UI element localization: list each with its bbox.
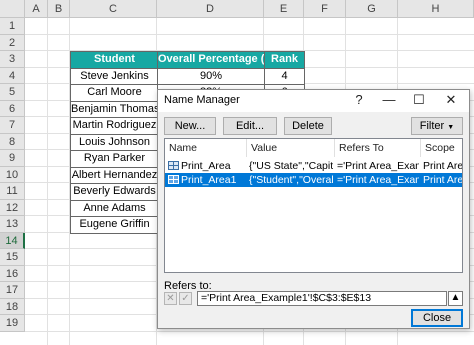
row-header-10[interactable]: 10	[0, 166, 25, 183]
row-header-8[interactable]: 8	[0, 133, 25, 150]
column-header-a[interactable]: A	[25, 0, 48, 18]
row-header-17[interactable]: 17	[0, 282, 25, 299]
table-header-cell[interactable]: Student	[70, 51, 159, 69]
list-cell-refers-to: ='Print Area_Example...	[337, 160, 419, 172]
row-header-14[interactable]: 14	[0, 232, 25, 249]
col-header-name[interactable]: Name	[165, 139, 247, 157]
edit-button-label: Edit...	[235, 120, 265, 132]
table-cell[interactable]: Anne Adams	[70, 199, 159, 217]
table-cell[interactable]: Louis Johnson	[70, 133, 159, 151]
col-header-refers-to[interactable]: Refers To	[335, 139, 421, 157]
close-button[interactable]: Close	[411, 309, 463, 327]
list-cell-value: {"US State","Capital...	[249, 160, 333, 172]
row-header-19[interactable]: 19	[0, 315, 25, 332]
list-cell-name: Print_Area1	[181, 174, 237, 186]
filter-button-label: Filter	[419, 120, 445, 132]
row-header-4[interactable]: 4	[0, 67, 25, 84]
row-header-16[interactable]: 16	[0, 265, 25, 282]
column-header-f[interactable]: F	[304, 0, 346, 18]
delete-button[interactable]: Delete	[284, 117, 332, 135]
col-header-scope[interactable]: Scope	[421, 139, 462, 157]
table-cell[interactable]: Beverly Edwards	[70, 183, 159, 201]
list-cell-value: {"Student","Overall ...	[249, 174, 333, 186]
delete-button-label: Delete	[292, 120, 324, 132]
table-cell[interactable]: Albert Hernandez	[70, 166, 159, 184]
list-cell-refers-to: ='Print Area_Examp...	[337, 174, 419, 186]
row-header-13[interactable]: 13	[0, 216, 25, 233]
list-item[interactable]: Print_Area {"US State","Capital... ='Print…	[165, 159, 462, 173]
table-icon	[168, 175, 179, 184]
help-icon[interactable]: ?	[344, 90, 374, 112]
column-header-e[interactable]: E	[264, 0, 304, 18]
row-header-1[interactable]: 1	[0, 18, 25, 35]
row-header-12[interactable]: 12	[0, 199, 25, 216]
list-item[interactable]: Print_Area1 {"Student","Overall ... ='Prin…	[165, 173, 462, 187]
table-cell[interactable]: Eugene Griffin	[70, 216, 159, 234]
table-cell[interactable]: Ryan Parker	[70, 150, 159, 168]
edit-button[interactable]: Edit...	[223, 117, 277, 135]
gridline	[25, 33, 474, 35]
confirm-edit-icon[interactable]: ✓	[179, 292, 192, 305]
row-header-11[interactable]: 11	[0, 183, 25, 200]
column-header-h[interactable]: H	[398, 0, 474, 18]
gridline	[25, 330, 474, 332]
table-header-cell[interactable]: Overall Percentage (%)	[157, 51, 265, 69]
table-header-cell[interactable]: Rank	[264, 51, 305, 69]
dialog-titlebar[interactable]: Name Manager ? — ☐ ✕	[158, 90, 469, 112]
table-cell[interactable]: Martin Rodriguez	[70, 117, 159, 135]
refers-to-input[interactable]: ='Print Area_Example1'!$C$3:$E$13	[197, 291, 447, 306]
table-icon	[168, 161, 179, 170]
cancel-edit-icon[interactable]: ✕	[164, 292, 177, 305]
table-cell[interactable]: 4	[264, 67, 305, 85]
list-cell-scope: Print Area...	[423, 174, 463, 186]
list-cell-scope: Print Area...	[423, 160, 463, 172]
table-cell[interactable]: Carl Moore	[70, 84, 159, 102]
table-cell[interactable]: Benjamin Thomas	[70, 100, 159, 118]
select-all-corner[interactable]	[0, 0, 25, 18]
row-header-7[interactable]: 7	[0, 117, 25, 134]
column-header-g[interactable]: G	[346, 0, 398, 18]
close-icon[interactable]: ✕	[436, 90, 466, 112]
col-header-value[interactable]: Value	[247, 139, 335, 157]
row-header-9[interactable]: 9	[0, 150, 25, 167]
row-header-5[interactable]: 5	[0, 84, 25, 101]
table-cell[interactable]: Steve Jenkins	[70, 67, 159, 85]
collapse-dialog-icon[interactable]: ▲	[448, 291, 463, 306]
row-header-15[interactable]: 15	[0, 249, 25, 266]
row-header-18[interactable]: 18	[0, 298, 25, 315]
name-manager-dialog: Name Manager ? — ☐ ✕ New... Edit... Dele…	[157, 89, 470, 329]
column-header-d[interactable]: D	[157, 0, 264, 18]
maximize-icon[interactable]: ☐	[404, 90, 434, 112]
column-header-b[interactable]: B	[48, 0, 70, 18]
filter-button[interactable]: Filter ▼	[411, 117, 463, 135]
table-cell[interactable]: 90%	[157, 67, 265, 85]
dialog-title: Name Manager	[164, 94, 240, 106]
list-cell-name: Print_Area	[181, 160, 231, 172]
minimize-icon[interactable]: —	[374, 90, 404, 112]
row-header-6[interactable]: 6	[0, 100, 25, 117]
column-header-c[interactable]: C	[70, 0, 157, 18]
names-list[interactable]: Name Value Refers To Scope Print_Area {"U…	[164, 138, 463, 273]
chevron-down-icon: ▼	[447, 124, 455, 131]
row-header-2[interactable]: 2	[0, 34, 25, 51]
new-button[interactable]: New...	[164, 117, 216, 135]
new-button-label: New...	[174, 120, 206, 132]
row-header-3[interactable]: 3	[0, 51, 25, 68]
